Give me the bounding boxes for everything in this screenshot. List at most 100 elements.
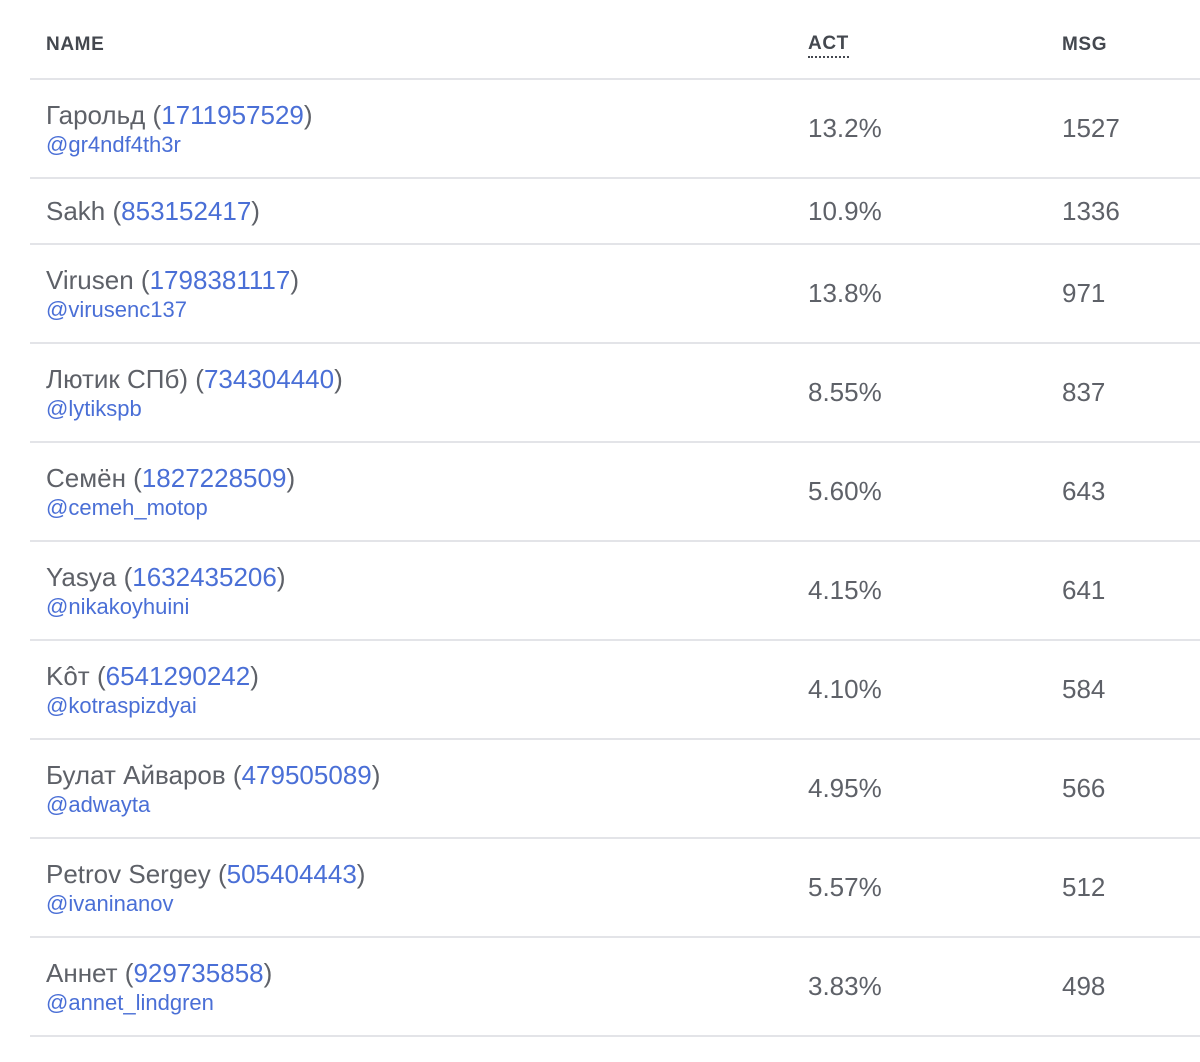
activity-value: 13.2% <box>808 113 882 143</box>
user-name: Sakh <box>46 196 106 226</box>
column-header-msg[interactable]: MSG <box>1062 34 1107 56</box>
user-handle-link[interactable]: @cemeh_motop <box>46 494 295 522</box>
message-count: 641 <box>1062 575 1106 605</box>
name-cell: Аннет (929735858) @annet_lindgren <box>46 938 272 1035</box>
message-count: 837 <box>1062 377 1106 407</box>
name-line: Petrov Sergey (505404443) <box>46 858 365 890</box>
id-open-paren: ( <box>89 660 106 691</box>
user-id-link[interactable]: 1827228509 <box>142 463 287 493</box>
user-handle-link[interactable]: @ivaninanov <box>46 890 365 918</box>
activity-value: 3.83% <box>808 971 882 1001</box>
user-name: Аннет <box>46 957 118 988</box>
id-open-paren: ( <box>105 196 122 226</box>
activity-value: 4.95% <box>808 773 882 803</box>
table-header: NAME ACT MSG <box>30 0 1200 80</box>
id-open-paren: ( <box>125 462 142 493</box>
id-close-paren: ) <box>276 561 286 592</box>
user-id-link[interactable]: 6541290242 <box>106 661 251 691</box>
user-handle-link[interactable]: @virusenc137 <box>46 296 299 324</box>
id-close-paren: ) <box>303 99 313 130</box>
name-cell: Булат Айваров (479505089) @adwayta <box>46 740 380 837</box>
message-count: 584 <box>1062 674 1106 704</box>
id-close-paren: ) <box>263 957 273 988</box>
user-name: Булат Айваров <box>46 759 226 790</box>
id-close-paren: ) <box>251 196 260 226</box>
name-cell: Лютик СПб) (734304440) @lytikspb <box>46 344 343 441</box>
user-id-link[interactable]: 1798381117 <box>150 265 291 295</box>
activity-value: 4.15% <box>808 575 882 605</box>
message-count: 643 <box>1062 476 1106 506</box>
user-handle-link[interactable]: @adwayta <box>46 791 380 819</box>
id-open-paren: ( <box>225 759 242 790</box>
name-line: Гарольд (1711957529) <box>46 99 313 131</box>
activity-value: 5.60% <box>808 476 882 506</box>
name-line: Virusen (1798381117) <box>46 264 299 296</box>
user-handle-link[interactable]: @lytikspb <box>46 395 343 423</box>
name-line: Аннет (929735858) <box>46 957 272 989</box>
stats-table: NAME ACT MSG Гарольд (1711957529) @gr4ndf… <box>30 0 1200 1037</box>
id-close-paren: ) <box>371 759 381 790</box>
id-open-paren: ( <box>117 957 134 988</box>
table-row: Petrov Sergey (505404443) @ivaninanov 5.57… <box>30 839 1200 938</box>
user-handle-link[interactable]: @annet_lindgren <box>46 989 272 1017</box>
user-id-link[interactable]: 734304440 <box>204 364 334 394</box>
user-id-link[interactable]: 1632435206 <box>132 562 277 592</box>
activity-value: 10.9% <box>808 195 882 226</box>
table-row: Kôт (6541290242) @kotraspizdyai 4.10% 584 <box>30 641 1200 740</box>
table-row: Гарольд (1711957529) @gr4ndf4th3r 13.2% 152… <box>30 80 1200 179</box>
user-id-link[interactable]: 479505089 <box>242 760 372 790</box>
id-close-paren: ) <box>334 363 343 394</box>
user-name: Virusen <box>46 264 134 295</box>
user-handle-link[interactable]: @kotraspizdyai <box>46 692 259 720</box>
table-row: Sakh (853152417) 10.9% 1336 <box>30 179 1200 245</box>
column-header-act[interactable]: ACT <box>808 34 849 58</box>
message-count: 512 <box>1062 872 1106 902</box>
name-cell: Virusen (1798381117) @virusenc137 <box>46 245 299 342</box>
message-count: 566 <box>1062 773 1106 803</box>
name-cell: Kôт (6541290242) @kotraspizdyai <box>46 641 259 738</box>
user-id-link[interactable]: 505404443 <box>227 859 357 889</box>
table-row: Аннет (929735858) @annet_lindgren 3.83% 498 <box>30 938 1200 1037</box>
id-open-paren: ( <box>145 99 162 130</box>
activity-value: 8.55% <box>808 377 882 407</box>
user-handle-link[interactable]: @nikakoyhuini <box>46 593 286 621</box>
id-close-paren: ) <box>250 660 259 691</box>
name-cell: Гарольд (1711957529) @gr4ndf4th3r <box>46 80 313 177</box>
user-id-link[interactable]: 853152417 <box>121 196 251 226</box>
name-line: Kôт (6541290242) <box>46 660 259 692</box>
name-cell: Sakh (853152417) <box>46 179 260 243</box>
user-id-link[interactable]: 1711957529 <box>161 100 304 130</box>
activity-value: 5.57% <box>808 872 882 902</box>
id-close-paren: ) <box>286 462 296 493</box>
user-name: Семён <box>46 462 126 493</box>
name-line: Лютик СПб) (734304440) <box>46 363 343 395</box>
name-cell: Petrov Sergey (505404443) @ivaninanov <box>46 839 365 936</box>
table-row: Yasya (1632435206) @nikakoyhuini 4.15% 641 <box>30 542 1200 641</box>
name-cell: Семён (1827228509) @cemeh_motop <box>46 443 295 540</box>
user-name: Petrov Sergey <box>46 858 211 889</box>
id-close-paren: ) <box>290 264 299 295</box>
table-row: Семён (1827228509) @cemeh_motop 5.60% 643 <box>30 443 1200 542</box>
user-name: Yasya <box>46 561 117 592</box>
column-header-name[interactable]: NAME <box>46 34 104 56</box>
id-open-paren: ( <box>188 363 204 394</box>
message-count: 1527 <box>1062 113 1120 143</box>
activity-value: 4.10% <box>808 674 882 704</box>
table-body: Гарольд (1711957529) @gr4ndf4th3r 13.2% 152… <box>30 80 1200 1037</box>
table-row: Virusen (1798381117) @virusenc137 13.8% 971 <box>30 245 1200 344</box>
user-name: Kôт <box>46 660 90 691</box>
name-cell: Yasya (1632435206) @nikakoyhuini <box>46 542 286 639</box>
name-line: Sakh (853152417) <box>46 195 260 227</box>
name-line: Булат Айваров (479505089) <box>46 759 380 791</box>
user-id-link[interactable]: 929735858 <box>133 958 263 988</box>
id-open-paren: ( <box>133 264 150 295</box>
activity-value: 13.8% <box>808 278 882 308</box>
table-row: Лютик СПб) (734304440) @lytikspb 8.55% 837 <box>30 344 1200 443</box>
table-row: Булат Айваров (479505089) @adwayta 4.95% 56… <box>30 740 1200 839</box>
id-open-paren: ( <box>116 561 133 592</box>
user-name: Гарольд <box>46 99 146 130</box>
message-count: 1336 <box>1062 195 1120 226</box>
id-close-paren: ) <box>356 858 366 889</box>
user-handle-link[interactable]: @gr4ndf4th3r <box>46 131 313 159</box>
message-count: 971 <box>1062 278 1106 308</box>
